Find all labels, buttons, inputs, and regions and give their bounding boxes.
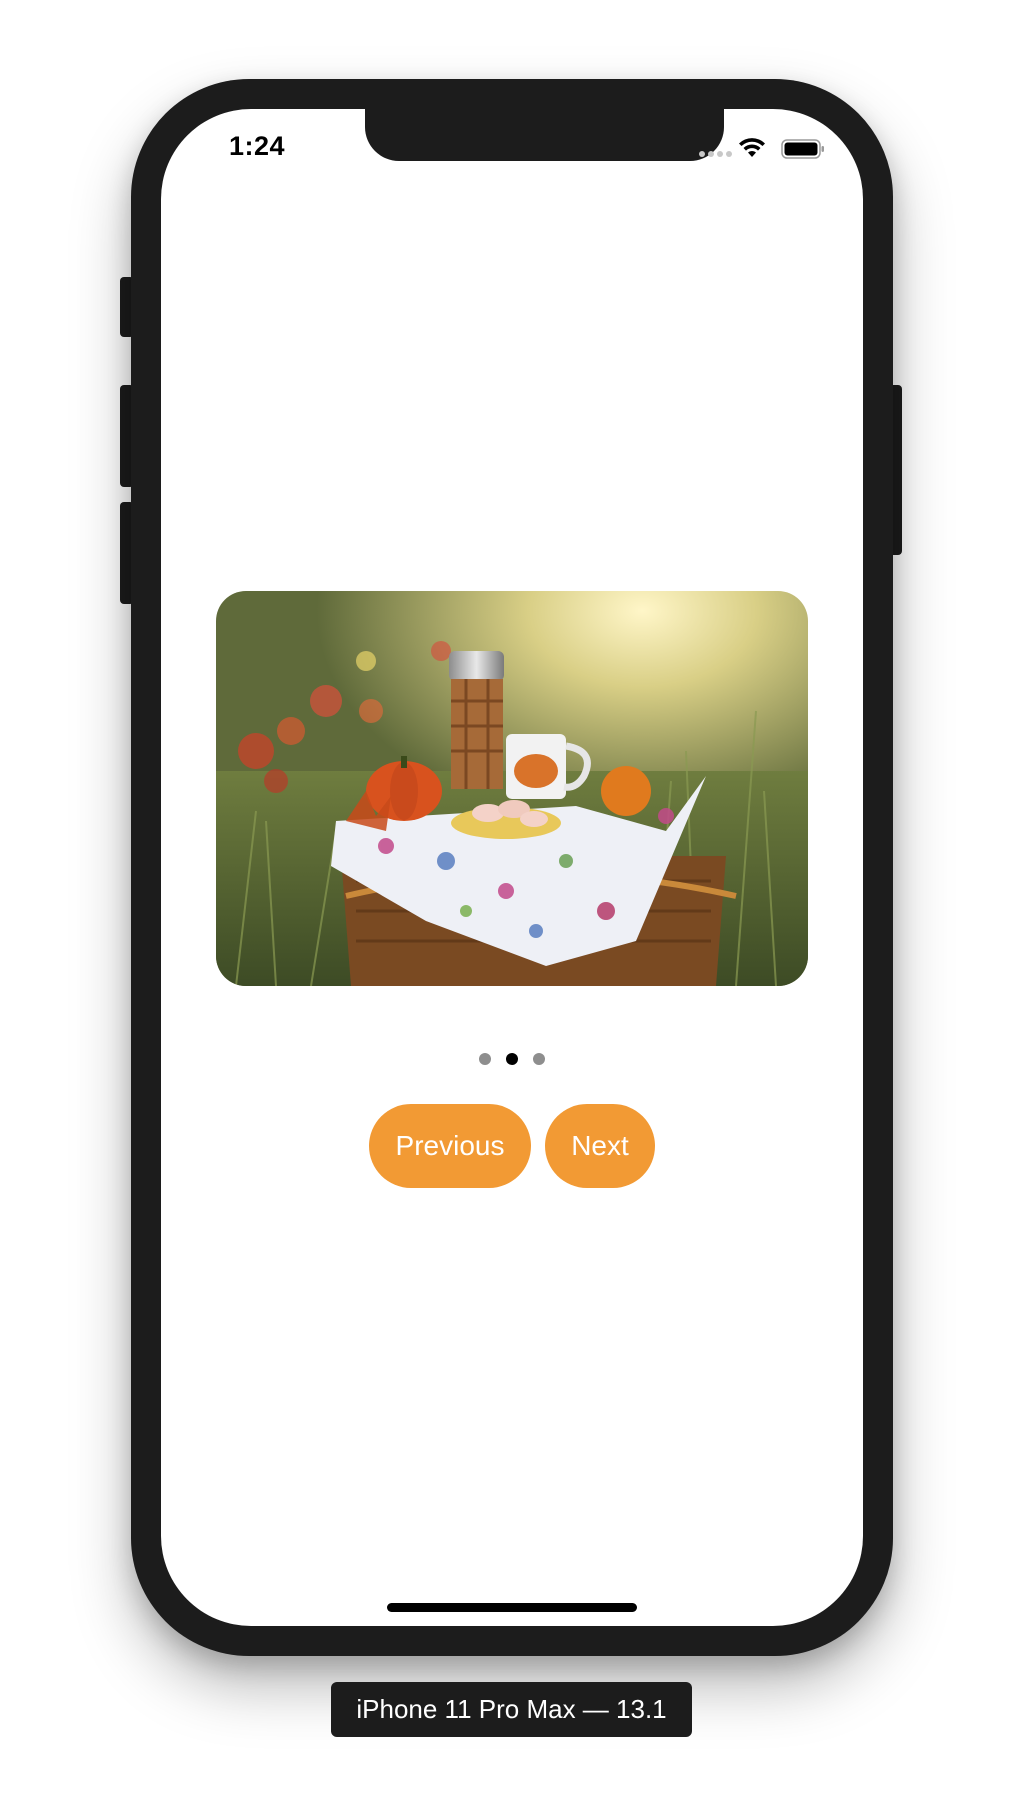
simulator-stage: 1:24 Previous Next iPhone 11 Pro Max — 1… xyxy=(0,0,1022,1806)
carousel-image[interactable] xyxy=(216,591,808,986)
page-dot-1[interactable] xyxy=(479,1053,491,1065)
phone-frame: 1:24 Previous Next xyxy=(131,79,893,1656)
picnic-photo xyxy=(216,591,808,986)
battery-icon xyxy=(781,139,824,159)
page-control[interactable] xyxy=(161,1053,863,1067)
home-indicator[interactable] xyxy=(387,1603,637,1612)
next-button[interactable]: Next xyxy=(545,1104,655,1188)
status-time: 1:24 xyxy=(229,131,286,161)
wifi-icon xyxy=(739,138,765,157)
previous-button[interactable]: Previous xyxy=(369,1104,531,1188)
notch xyxy=(365,109,724,161)
page-dot-2-active[interactable] xyxy=(506,1053,518,1065)
navigation-buttons: Previous Next xyxy=(161,1104,863,1188)
page-dot-3[interactable] xyxy=(533,1053,545,1065)
phone-screen: 1:24 Previous Next xyxy=(161,109,863,1626)
device-label: iPhone 11 Pro Max — 13.1 xyxy=(331,1682,692,1737)
cellular-signal-icon xyxy=(699,151,732,157)
